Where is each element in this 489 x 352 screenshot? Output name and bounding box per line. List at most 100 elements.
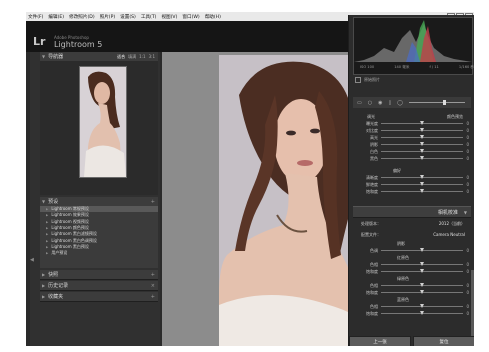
slider-row[interactable]: 饱和度 0 [353, 310, 471, 317]
slider-track[interactable] [381, 128, 463, 132]
slider-track[interactable] [381, 121, 463, 125]
slider-handle[interactable] [420, 262, 424, 266]
slider-value[interactable]: 0 [466, 283, 469, 288]
slider-handle[interactable] [420, 135, 424, 139]
snapshots-header[interactable]: ▶ 快照 + [40, 270, 158, 280]
slider-track[interactable] [381, 135, 463, 139]
slider-row[interactable]: 曝光度 0 [353, 120, 471, 127]
menu-help[interactable]: 帮助(H) [205, 14, 221, 20]
zoom-3-1[interactable]: 3:1 [149, 54, 155, 60]
slider-track[interactable] [381, 175, 463, 179]
slider-track[interactable] [381, 262, 463, 266]
navigator-thumbnail[interactable] [79, 66, 127, 178]
slider-row[interactable]: 阴影 0 [353, 141, 471, 148]
slider-row[interactable]: 色相 0 [353, 303, 471, 310]
right-panel-scrollbar[interactable] [471, 270, 474, 346]
collections-header[interactable]: ▶ 收藏夹 + [40, 292, 158, 302]
slider-value[interactable]: 0 [466, 175, 469, 180]
slider-row[interactable]: 鲜艳度 0 [353, 181, 471, 188]
slider-track[interactable] [381, 248, 463, 252]
slider-track[interactable] [381, 182, 463, 186]
slider-handle[interactable] [420, 304, 424, 308]
slider-value[interactable]: 0 [466, 262, 469, 267]
menu-edit[interactable]: 编辑(E) [48, 14, 64, 20]
menu-tools[interactable]: 工具(T) [141, 14, 157, 20]
slider-value[interactable]: 0 [466, 149, 469, 154]
slider-track[interactable] [381, 142, 463, 146]
slider-row[interactable]: 饱和度 0 [353, 268, 471, 275]
slider-value[interactable]: 0 [466, 182, 469, 187]
original-photo-checkbox[interactable] [355, 77, 361, 83]
slider-handle[interactable] [420, 311, 424, 315]
reset-button[interactable]: 复位 [413, 336, 474, 346]
camera-calibration-header[interactable]: 相机校准 ▼ [353, 206, 471, 218]
slider-track[interactable] [381, 311, 463, 315]
slider-track[interactable] [381, 269, 463, 273]
add-preset-icon[interactable]: + [151, 199, 155, 205]
profile-row[interactable]: 配置文件： Camera Neutral [353, 229, 471, 240]
slider-value[interactable]: 0 [466, 156, 469, 161]
preset-item[interactable]: ▶ 用户预设 [40, 250, 158, 256]
slider-handle[interactable] [420, 121, 424, 125]
slider-value[interactable]: 0 [466, 304, 469, 309]
slider-value[interactable]: 0 [466, 142, 469, 147]
slider-row[interactable]: 饱和度 0 [353, 188, 471, 195]
profile-value[interactable]: Camera Neutral [433, 232, 465, 237]
menu-settings[interactable]: 设置(S) [120, 14, 136, 20]
clear-history-icon[interactable]: × [151, 283, 155, 289]
slider-handle[interactable] [420, 149, 424, 153]
slider-handle[interactable] [420, 189, 424, 193]
crop-tool-icon[interactable]: ▭ [357, 100, 362, 106]
slider-row[interactable]: 对比度 0 [353, 127, 471, 134]
menu-photo[interactable]: 照片(P) [100, 14, 116, 20]
original-photo-toggle[interactable]: 原始照片 [355, 77, 380, 83]
graduated-filter-icon[interactable]: ▯ [388, 100, 391, 106]
slider-value[interactable]: 0 [466, 189, 469, 194]
slider-handle[interactable] [420, 128, 424, 132]
slider-value[interactable]: 0 [466, 135, 469, 140]
slider-row[interactable]: 色相 0 [353, 261, 471, 268]
add-collection-icon[interactable]: + [151, 294, 155, 300]
main-photo[interactable] [219, 55, 356, 346]
tone-auto-label[interactable]: 颜色预览 [447, 114, 463, 120]
slider-handle[interactable] [420, 283, 424, 287]
slider-handle[interactable] [420, 269, 424, 273]
slider-track[interactable] [381, 156, 463, 160]
radial-filter-icon[interactable]: ◯ [397, 100, 403, 106]
slider-value[interactable]: 0 [466, 269, 469, 274]
slider-row[interactable]: 黑色 0 [353, 155, 471, 162]
slider-value[interactable]: 0 [466, 121, 469, 126]
menu-window[interactable]: 窗口(W) [182, 14, 199, 20]
slider-handle[interactable] [420, 290, 424, 294]
zoom-fill[interactable]: 填满 [128, 54, 136, 60]
history-header[interactable]: ▶ 历史记录 × [40, 281, 158, 291]
slider-track[interactable] [381, 290, 463, 294]
navigator-preview[interactable] [40, 61, 158, 195]
histogram[interactable]: ISO 100 140 毫米 f / 11 1/160 秒 [353, 17, 474, 75]
slider-value[interactable]: 0 [466, 248, 469, 253]
slider-value[interactable]: 0 [466, 290, 469, 295]
slider-handle[interactable] [442, 100, 446, 105]
slider-row[interactable]: 清晰度 0 [353, 174, 471, 181]
slider-track[interactable] [381, 304, 463, 308]
slider-value[interactable]: 0 [466, 128, 469, 133]
slider-row[interactable]: 高光 0 [353, 134, 471, 141]
slider-handle[interactable] [420, 156, 424, 160]
menu-develop[interactable]: 修改照片(D) [69, 14, 95, 20]
process-version-row[interactable]: 处理版本： 2012（当前） [353, 218, 471, 229]
slider-track[interactable] [381, 283, 463, 287]
slider-row[interactable]: 白色 0 [353, 148, 471, 155]
process-version-value[interactable]: 2012（当前） [439, 221, 465, 227]
spot-removal-icon[interactable]: ○ [368, 100, 372, 106]
slider-row[interactable]: 色调 0 [353, 247, 471, 254]
slider-row[interactable]: 饱和度 0 [353, 289, 471, 296]
zoom-fit[interactable]: 适合 [117, 54, 125, 60]
slider-handle[interactable] [420, 182, 424, 186]
slider-handle[interactable] [420, 175, 424, 179]
slider-handle[interactable] [420, 248, 424, 252]
menu-file[interactable]: 文件(F) [28, 14, 43, 20]
tool-amount-slider[interactable] [408, 100, 465, 105]
slider-track[interactable] [381, 189, 463, 193]
zoom-1-1[interactable]: 1:1 [139, 54, 145, 60]
add-snapshot-icon[interactable]: + [151, 272, 155, 278]
